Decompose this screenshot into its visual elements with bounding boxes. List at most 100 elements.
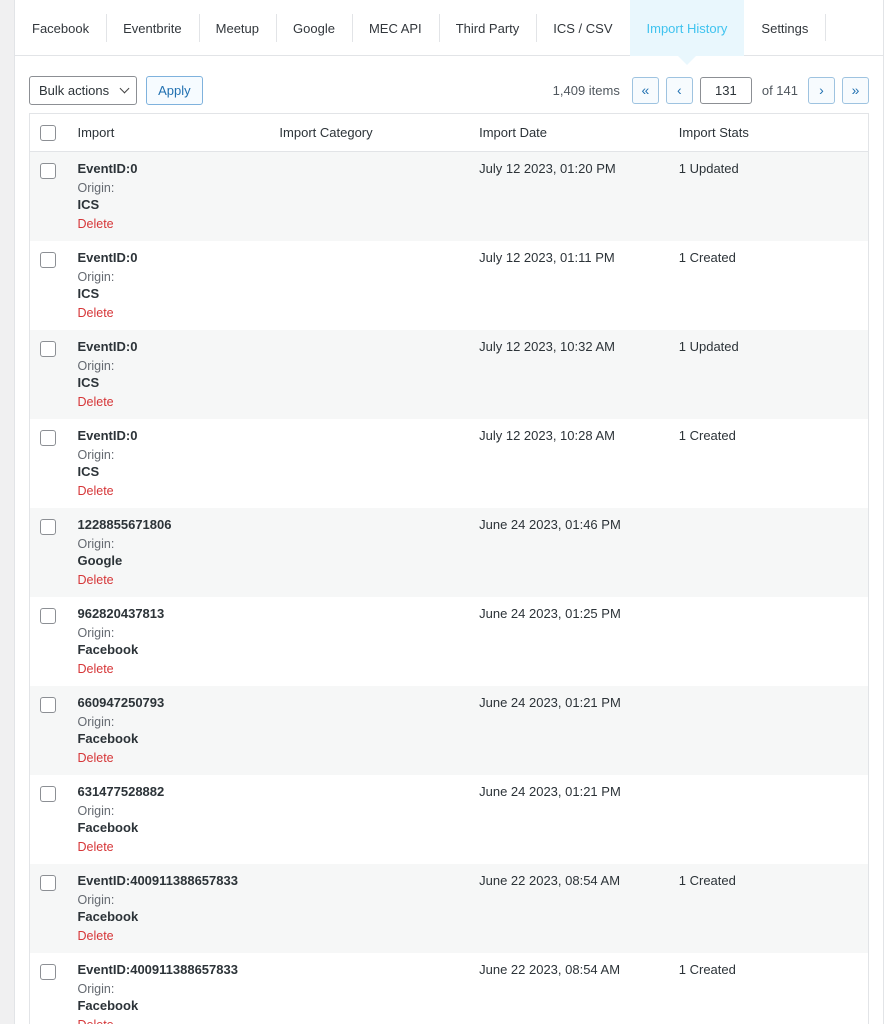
table-row: 1228855671806 Origin: Google Delete June 24 … xyxy=(29,507,869,597)
row-select-checkbox[interactable] xyxy=(40,252,56,269)
row-select-checkbox[interactable] xyxy=(40,875,56,892)
row-select-checkbox[interactable] xyxy=(40,697,56,714)
delete-link[interactable]: Delete xyxy=(77,217,113,231)
row-select-checkbox[interactable] xyxy=(40,964,56,981)
tab-meetup[interactable]: Meetup xyxy=(198,0,276,56)
origin-label: Origin: xyxy=(77,536,115,551)
tab-label: Google xyxy=(293,20,335,36)
import-stats-cell xyxy=(669,686,869,775)
import-history-table: Import Import Category Import Date Impor… xyxy=(29,113,869,1024)
row-actions: Delete xyxy=(77,573,259,587)
prev-page-button-top[interactable]: ‹ xyxy=(665,76,693,104)
select-all-checkbox-top[interactable] xyxy=(40,124,56,141)
column-header-import-stats[interactable]: Import Stats xyxy=(668,113,869,152)
origin-label: Origin: xyxy=(77,358,115,373)
delete-link[interactable]: Delete xyxy=(77,751,113,765)
table-row: EventID:0 Origin: ICS Delete July 12 2023, 1… xyxy=(29,329,869,419)
import-title: EventID:0 xyxy=(77,160,138,176)
bulk-actions-select-top[interactable]: Bulk actions xyxy=(29,75,138,105)
row-select-checkbox[interactable] xyxy=(40,430,56,447)
table-row: 631477528882 Origin: Facebook Delete June 24… xyxy=(30,775,869,864)
items-count-top: 1,409 items xyxy=(552,82,620,98)
last-page-button-top[interactable]: » xyxy=(842,76,869,104)
row-select-checkbox[interactable] xyxy=(40,519,56,536)
import-title: EventID:400911388657833 xyxy=(77,961,238,977)
import-date-cell: June 22 2023, 08:54 AM xyxy=(479,961,621,977)
tab-eventbrite[interactable]: Eventbrite xyxy=(106,0,199,56)
import-cell: 1228855671806 Origin: Google Delete xyxy=(67,508,269,597)
apply-button-top[interactable]: Apply xyxy=(146,75,203,105)
delete-link[interactable]: Delete xyxy=(77,573,113,587)
table-row: EventID:400911388657833 Origin:Facebook De… xyxy=(29,863,869,953)
row-select-cell xyxy=(30,241,68,330)
origin-value: Facebook xyxy=(77,730,139,746)
page-total-label-top: of 141 xyxy=(761,82,798,98)
next-page-button-top[interactable]: › xyxy=(808,76,835,104)
chevron-down-icon xyxy=(119,83,130,94)
delete-link[interactable]: Delete xyxy=(77,929,113,943)
row-select-checkbox[interactable] xyxy=(40,786,56,803)
table-nav-top: Bulk actions Apply 1,409 items « ‹ of 14… xyxy=(15,67,883,113)
delete-link[interactable]: Delete xyxy=(77,395,113,409)
tab-settings[interactable]: Settings xyxy=(744,0,825,56)
import-date-cell: June 24 2023, 01:21 PM xyxy=(479,783,621,799)
delete-link[interactable]: Delete xyxy=(77,1018,113,1024)
row-select-checkbox[interactable] xyxy=(40,608,56,625)
delete-link[interactable]: Delete xyxy=(77,306,113,320)
origin-label: Origin: xyxy=(77,981,115,996)
row-actions: Delete xyxy=(77,395,259,409)
tab-third-party[interactable]: Third Party xyxy=(438,0,537,56)
tab-label: Settings xyxy=(761,20,809,36)
row-actions: Delete xyxy=(77,1018,259,1024)
delete-link[interactable]: Delete xyxy=(77,840,113,854)
tab-ics-csv[interactable]: ICS / CSV xyxy=(536,0,629,56)
row-select-checkbox[interactable] xyxy=(40,163,56,180)
import-category-cell xyxy=(269,686,469,775)
current-page-input-top[interactable] xyxy=(699,76,752,104)
delete-link[interactable]: Delete xyxy=(77,484,113,498)
row-actions: Delete xyxy=(77,662,259,676)
origin-value: Google xyxy=(77,552,123,568)
bulk-actions-group-top: Bulk actions Apply xyxy=(29,75,203,105)
table-row: 660947250793 Origin: Facebook Delete June 24… xyxy=(29,685,869,775)
origin-label: Origin: xyxy=(77,892,115,907)
delete-link[interactable]: Delete xyxy=(77,662,113,676)
import-cell: EventID:0 Origin: ICS Delete xyxy=(67,330,269,419)
table-row: EventID:0 Origin: ICS Delete July 12 2023, 0… xyxy=(30,241,869,330)
import-category-cell xyxy=(269,151,469,241)
tab-import-history[interactable]: Import History xyxy=(629,0,745,65)
first-page-button-top[interactable]: « xyxy=(631,76,659,104)
import-category-cell xyxy=(269,419,469,508)
import-date-cell: July 12 2023, 10:32 AM xyxy=(479,338,615,354)
origin-label: Origin: xyxy=(77,447,115,462)
row-actions: Delete xyxy=(77,217,259,231)
row-actions: Delete xyxy=(77,840,259,854)
import-category-cell xyxy=(269,953,469,1024)
column-header-import-date[interactable]: Import Date xyxy=(469,113,669,152)
row-select-cell xyxy=(30,864,68,953)
tab-mec-api[interactable]: MEC API xyxy=(351,0,439,56)
row-select-cell xyxy=(30,151,68,241)
row-select-checkbox[interactable] xyxy=(40,341,56,358)
table-head: Import Import Category Import Date Impor… xyxy=(29,113,869,152)
tab-label: Meetup xyxy=(215,20,260,36)
origin-label: Origin: xyxy=(77,625,115,640)
import-category-cell xyxy=(269,775,469,864)
import-title: 1228855671806 xyxy=(77,516,172,532)
origin-value: ICS xyxy=(77,374,100,390)
table-header-row: Import Import Category Import Date Impor… xyxy=(29,113,869,152)
import-date-cell: July 12 2023, 10:28 AM xyxy=(479,427,615,443)
column-header-import-category[interactable]: Import Category xyxy=(269,113,470,152)
import-cell: 631477528882 Origin: Facebook Delete xyxy=(67,775,269,864)
row-actions: Delete xyxy=(77,306,259,320)
origin-label: Origin: xyxy=(77,180,115,195)
origin-value: Facebook xyxy=(77,908,139,924)
import-stats-cell: 1 Created xyxy=(678,249,736,265)
column-header-import[interactable]: Import xyxy=(67,113,270,152)
import-title: 631477528882 xyxy=(77,783,165,799)
tab-google[interactable]: Google xyxy=(276,0,352,56)
page-root: Facebook Eventbrite Meetup Google MEC API Thi… xyxy=(0,0,884,1024)
table-row: EventID:400911388657833 Origin:Facebook De… xyxy=(30,953,869,1024)
import-title: EventID:0 xyxy=(77,427,138,443)
tab-facebook[interactable]: Facebook xyxy=(15,0,106,56)
